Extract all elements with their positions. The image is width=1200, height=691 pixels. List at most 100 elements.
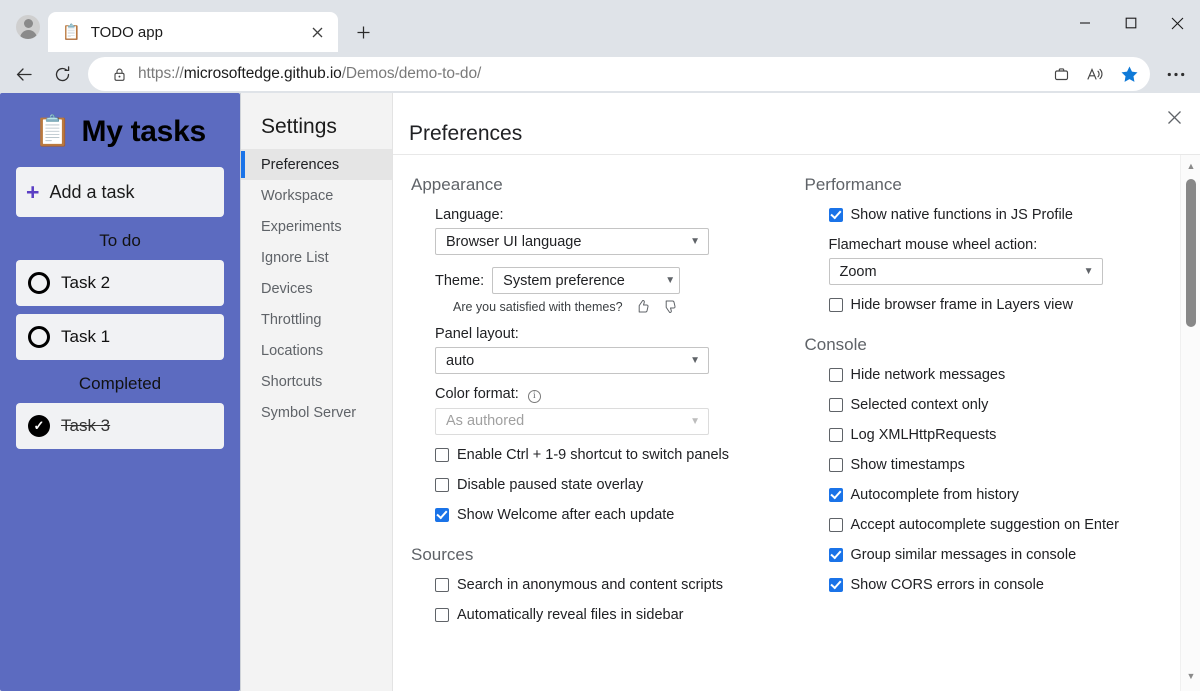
- task-checkbox-circle-icon[interactable]: [28, 272, 50, 294]
- checkbox-show-native-functions[interactable]: [829, 208, 843, 222]
- checkbox-row[interactable]: Search in anonymous and content scripts: [411, 577, 773, 593]
- panel-layout-select[interactable]: auto ▼: [435, 347, 709, 374]
- star-filled-icon[interactable]: [1114, 60, 1144, 88]
- title-bar: 📋 TODO app: [0, 0, 1200, 52]
- checkbox-row[interactable]: Show native functions in JS Profile: [805, 207, 1167, 223]
- task-checkbox-circle-icon[interactable]: [28, 326, 50, 348]
- checkbox-log-xmlhttprequests[interactable]: [829, 428, 843, 442]
- task-label: Task 3: [61, 416, 110, 436]
- theme-value: System preference: [503, 273, 625, 289]
- checkbox-row[interactable]: Hide browser frame in Layers view: [805, 297, 1167, 313]
- browser-tab[interactable]: 📋 TODO app: [48, 12, 338, 52]
- read-aloud-icon[interactable]: [1080, 60, 1110, 88]
- new-tab-button[interactable]: [346, 15, 380, 49]
- checkbox-disable-paused-overlay[interactable]: [435, 478, 449, 492]
- sidebar-item-ignore-list[interactable]: Ignore List: [241, 242, 392, 273]
- checkbox-row[interactable]: Hide network messages: [805, 367, 1167, 383]
- checkbox-row[interactable]: Show timestamps: [805, 457, 1167, 473]
- checkbox-row[interactable]: Disable paused state overlay: [411, 477, 773, 493]
- task-checked-circle-icon[interactable]: ✓: [28, 415, 50, 437]
- page-title: Preferences: [409, 122, 522, 146]
- checkbox-row[interactable]: Selected context only: [805, 397, 1167, 413]
- close-icon[interactable]: [1160, 103, 1188, 131]
- panel-layout-value: auto: [446, 353, 474, 369]
- window-close-button[interactable]: [1154, 0, 1200, 46]
- maximize-button[interactable]: [1108, 0, 1154, 46]
- checkbox-label: Selected context only: [851, 397, 989, 413]
- settings-sidebar: Settings Preferences Workspace Experimen…: [241, 93, 393, 691]
- checkbox-accept-autocomplete-on-enter[interactable]: [829, 518, 843, 532]
- sidebar-item-throttling[interactable]: Throttling: [241, 304, 392, 335]
- chevron-down-icon: ▼: [690, 355, 700, 366]
- checkbox-group-similar-messages[interactable]: [829, 548, 843, 562]
- checkbox-row[interactable]: Enable Ctrl + 1-9 shortcut to switch pan…: [411, 447, 773, 463]
- checkbox-row[interactable]: Autocomplete from history: [805, 487, 1167, 503]
- panel-layout-label: Panel layout:: [435, 326, 773, 342]
- checkbox-show-timestamps[interactable]: [829, 458, 843, 472]
- tab-title: TODO app: [91, 24, 294, 41]
- checkbox-show-welcome[interactable]: [435, 508, 449, 522]
- sidebar-item-locations[interactable]: Locations: [241, 335, 392, 366]
- checkbox-hide-network-messages[interactable]: [829, 368, 843, 382]
- refresh-icon[interactable]: [44, 56, 80, 92]
- collections-icon[interactable]: [1046, 60, 1076, 88]
- checkbox-label: Show Welcome after each update: [457, 507, 674, 523]
- checkbox-selected-context-only[interactable]: [829, 398, 843, 412]
- settings-right-column: Performance Show native functions in JS …: [787, 169, 1181, 691]
- checkbox-label: Hide network messages: [851, 367, 1006, 383]
- checkbox-row[interactable]: Show CORS errors in console: [805, 577, 1167, 593]
- language-value: Browser UI language: [446, 234, 581, 250]
- checkbox-autocomplete-from-history[interactable]: [829, 488, 843, 502]
- plus-icon: +: [26, 181, 39, 204]
- task-label: Task 1: [61, 327, 110, 347]
- sidebar-item-symbol-server[interactable]: Symbol Server: [241, 397, 392, 428]
- list-item[interactable]: ✓ Task 3: [16, 403, 224, 449]
- checkbox-row[interactable]: Group similar messages in console: [805, 547, 1167, 563]
- language-select[interactable]: Browser UI language ▼: [435, 228, 709, 255]
- thumbs-up-icon[interactable]: [635, 299, 650, 314]
- sidebar-item-shortcuts[interactable]: Shortcuts: [241, 366, 392, 397]
- checkbox-row[interactable]: Accept autocomplete suggestion on Enter: [805, 517, 1167, 533]
- info-icon[interactable]: i: [528, 390, 541, 403]
- checkbox-auto-reveal-files[interactable]: [435, 608, 449, 622]
- chevron-down-icon: ▼: [665, 275, 675, 286]
- settings-content-header: Preferences: [393, 93, 1200, 155]
- minimize-button[interactable]: [1062, 0, 1108, 46]
- address-bar[interactable]: https://microsoftedge.github.io/Demos/de…: [88, 57, 1150, 91]
- list-item[interactable]: Task 2: [16, 260, 224, 306]
- settings-scrollbar[interactable]: ▲ ▼: [1180, 155, 1200, 691]
- theme-select[interactable]: System preference ▼: [492, 267, 680, 294]
- checkbox-hide-browser-frame[interactable]: [829, 298, 843, 312]
- section-title-sources: Sources: [411, 545, 773, 565]
- sidebar-item-preferences[interactable]: Preferences: [241, 149, 392, 180]
- tab-close-button[interactable]: [304, 19, 330, 45]
- checkbox-label: Enable Ctrl + 1-9 shortcut to switch pan…: [457, 447, 729, 463]
- chevron-down-icon: ▼: [1084, 266, 1094, 277]
- list-item[interactable]: Task 1: [16, 314, 224, 360]
- sidebar-item-label: Workspace: [261, 188, 333, 204]
- language-label: Language:: [435, 207, 773, 223]
- profile-button[interactable]: [8, 7, 48, 47]
- add-task-row[interactable]: +: [16, 167, 224, 217]
- checkbox-show-cors-errors[interactable]: [829, 578, 843, 592]
- checkbox-label: Disable paused state overlay: [457, 477, 643, 493]
- scroll-up-arrow-icon[interactable]: ▲: [1181, 157, 1200, 175]
- ellipsis-icon[interactable]: [1158, 56, 1194, 92]
- back-arrow-icon[interactable]: [6, 56, 42, 92]
- color-format-select: As authored ▼: [435, 408, 709, 435]
- sidebar-item-devices[interactable]: Devices: [241, 273, 392, 304]
- sidebar-item-workspace[interactable]: Workspace: [241, 180, 392, 211]
- flamechart-select[interactable]: Zoom ▼: [829, 258, 1103, 285]
- sidebar-item-experiments[interactable]: Experiments: [241, 211, 392, 242]
- checkbox-row[interactable]: Show Welcome after each update: [411, 507, 773, 523]
- checkbox-search-anonymous-scripts[interactable]: [435, 578, 449, 592]
- scroll-down-arrow-icon[interactable]: ▼: [1181, 667, 1200, 685]
- checkbox-enable-ctrl-shortcut[interactable]: [435, 448, 449, 462]
- settings-title: Settings: [241, 115, 392, 149]
- checkbox-row[interactable]: Log XMLHttpRequests: [805, 427, 1167, 443]
- field-language: Language: Browser UI language ▼: [411, 207, 773, 255]
- scrollbar-thumb[interactable]: [1186, 179, 1196, 327]
- clipboard-icon: 📋: [34, 117, 71, 147]
- checkbox-row[interactable]: Automatically reveal files in sidebar: [411, 607, 773, 623]
- thumbs-down-icon[interactable]: [662, 299, 677, 314]
